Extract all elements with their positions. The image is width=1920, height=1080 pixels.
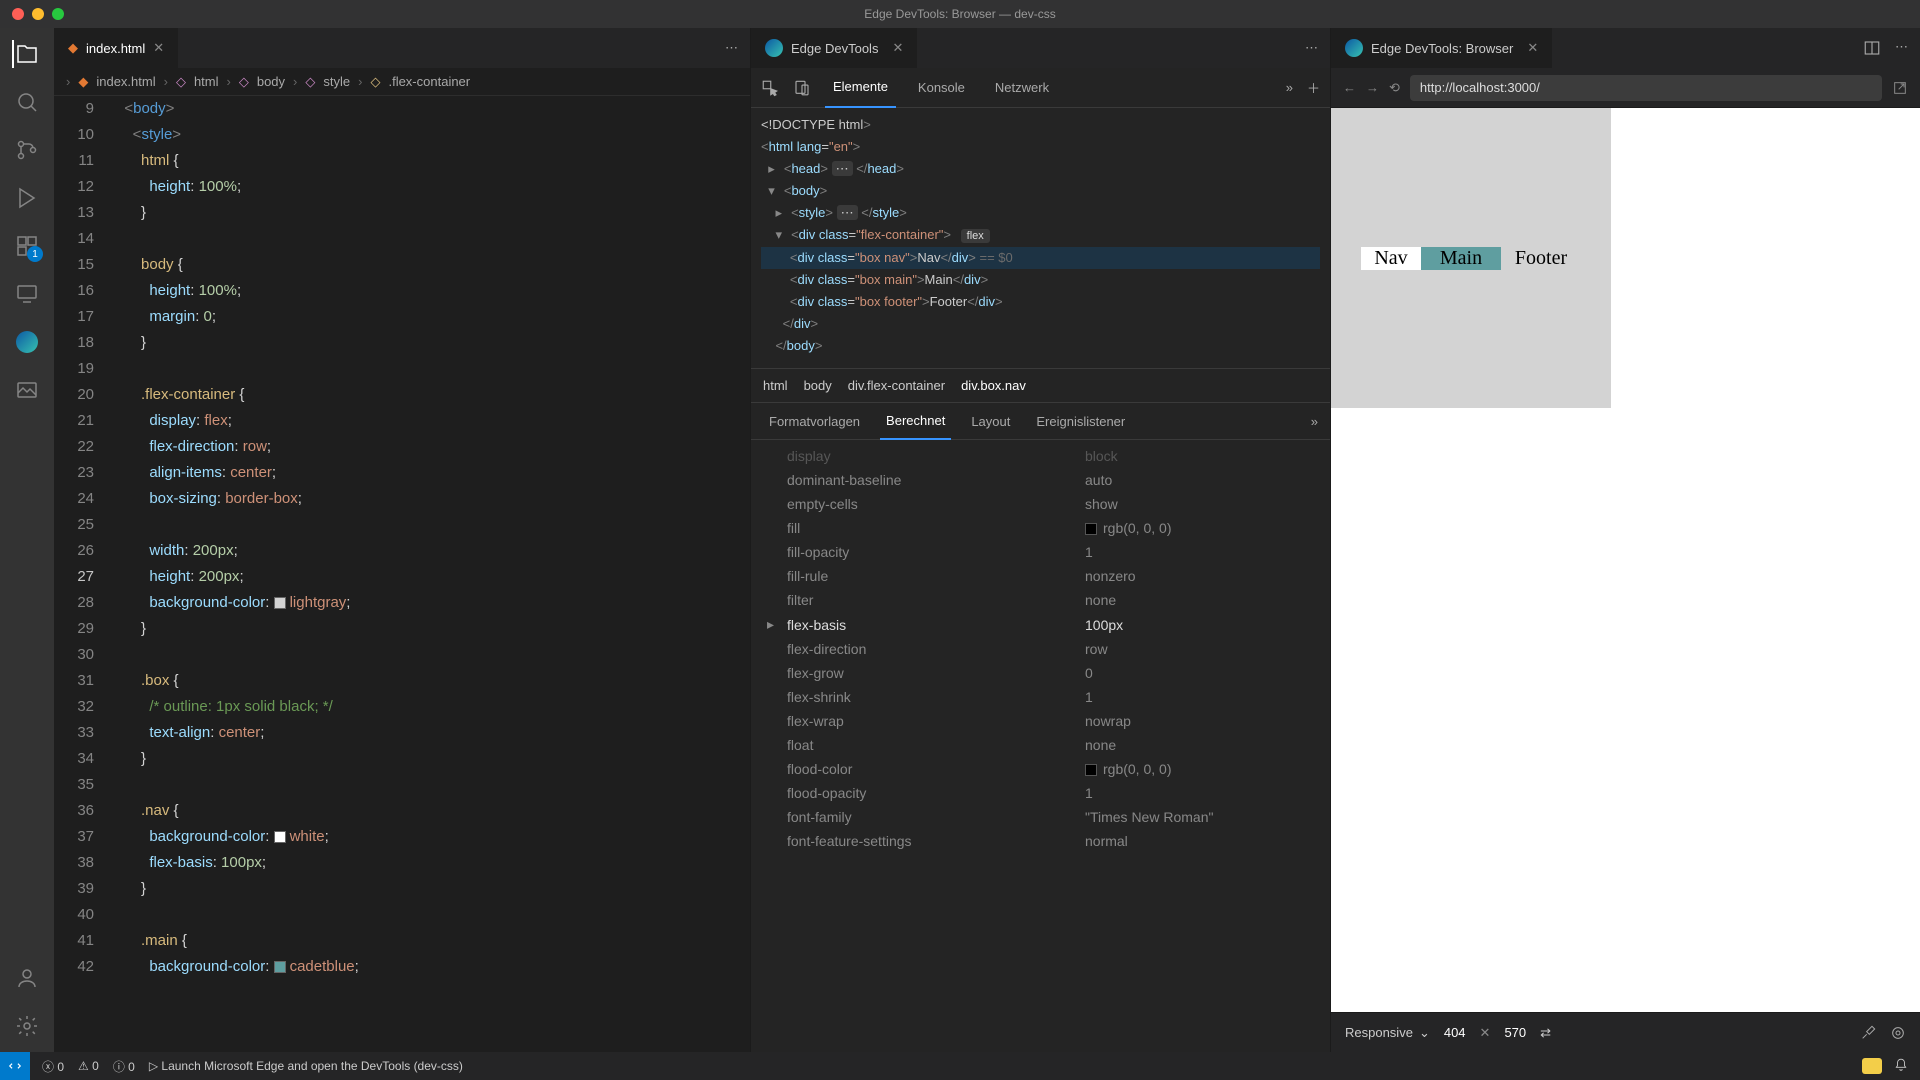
tab-berechnet[interactable]: Berechnet	[880, 402, 951, 440]
tab-konsole[interactable]: Konsole	[910, 68, 973, 108]
preview-nav-box: Nav	[1361, 247, 1421, 270]
breadcrumb[interactable]: › ◆ index.html › ◇ html › ◇ body › ◇ sty…	[54, 68, 750, 96]
dom-crumb[interactable]: div.box.nav	[961, 378, 1026, 393]
status-bar: ⓧ 0 ⚠ 0 ⓘ 0 ▷ Launch Microsoft Edge and …	[0, 1052, 1920, 1080]
more-tabs-icon[interactable]: »	[1286, 80, 1293, 95]
remote-explorer-icon[interactable]	[13, 280, 41, 308]
window-title: Edge DevTools: Browser — dev-css	[864, 7, 1055, 21]
run-debug-icon[interactable]	[13, 184, 41, 212]
forward-icon[interactable]: →	[1366, 80, 1379, 95]
errors-count[interactable]: ⓧ 0	[42, 1058, 64, 1075]
computed-styles-list[interactable]: displayblockdominant-baselineautoempty-c…	[751, 440, 1330, 1052]
preview-footer-box: Footer	[1501, 247, 1581, 270]
dom-crumb[interactable]: div.flex-container	[848, 378, 945, 393]
activity-bar: 1	[0, 28, 54, 1052]
window-controls	[0, 8, 64, 20]
edge-icon	[1345, 39, 1363, 57]
settings-gear-icon[interactable]	[13, 1012, 41, 1040]
devtools-tab-title: Edge DevTools	[791, 41, 878, 56]
chevron-down-icon: ⌄	[1419, 1025, 1430, 1041]
preview-main-box: Main	[1421, 247, 1501, 270]
close-tab-icon[interactable]: ✕	[153, 40, 164, 56]
device-selector[interactable]: Responsive ⌄	[1345, 1025, 1430, 1041]
status-badge[interactable]	[1862, 1058, 1882, 1074]
target-icon[interactable]	[1890, 1025, 1906, 1041]
account-icon[interactable]	[13, 964, 41, 992]
more-tabs-icon[interactable]: »	[1311, 414, 1318, 429]
editor-tab-actions: ⋯	[725, 40, 750, 56]
tab-ereignislistener[interactable]: Ereignislistener	[1030, 402, 1131, 440]
viewport-width[interactable]: 404	[1444, 1025, 1466, 1040]
tab-netzwerk[interactable]: Netzwerk	[987, 68, 1057, 108]
notifications-icon[interactable]	[1894, 1058, 1908, 1074]
extensions-badge: 1	[27, 246, 43, 262]
minimize-window-button[interactable]	[32, 8, 44, 20]
open-external-icon[interactable]	[1892, 80, 1908, 96]
images-icon[interactable]	[13, 376, 41, 404]
url-text: http://localhost:3000/	[1420, 80, 1540, 95]
browser-toolbar: ← → ⟲ http://localhost:3000/	[1331, 68, 1920, 108]
more-actions-icon[interactable]: ⋯	[725, 40, 738, 56]
styles-tab-row: Formatvorlagen Berechnet Layout Ereignis…	[751, 402, 1330, 440]
split-editor-icon[interactable]	[1863, 39, 1881, 57]
device-bar: Responsive ⌄ 404 ✕ 570 ⇄	[1331, 1012, 1920, 1052]
back-icon[interactable]: ←	[1343, 80, 1356, 95]
editor-group: ◆ index.html ✕ ⋯ › ◆ index.html › ◇ html…	[54, 28, 750, 1052]
tab-elemente[interactable]: Elemente	[825, 68, 896, 108]
more-actions-icon[interactable]: ⋯	[1305, 40, 1330, 56]
browser-tab[interactable]: Edge DevTools: Browser ✕	[1331, 28, 1552, 68]
edge-tools-icon[interactable]	[13, 328, 41, 356]
rotate-icon[interactable]: ⇄	[1540, 1025, 1551, 1041]
dom-crumb[interactable]: html	[763, 378, 788, 393]
extensions-icon[interactable]: 1	[13, 232, 41, 260]
explorer-icon[interactable]	[12, 40, 40, 68]
editor-tab-row: ◆ index.html ✕ ⋯	[54, 28, 750, 68]
source-control-icon[interactable]	[13, 136, 41, 164]
device-label: Responsive	[1345, 1025, 1413, 1040]
more-actions-icon[interactable]: ⋯	[1895, 39, 1908, 57]
browser-tab-row: Edge DevTools: Browser ✕ ⋯	[1331, 28, 1920, 68]
close-window-button[interactable]	[12, 8, 24, 20]
close-tab-icon[interactable]: ✕	[1527, 40, 1538, 56]
devtools-toolbar: Elemente Konsole Netzwerk » ＋	[751, 68, 1330, 108]
crumb-file[interactable]: index.html	[96, 74, 155, 89]
warnings-count[interactable]: ⚠ 0	[78, 1059, 99, 1073]
inspect-element-icon[interactable]	[761, 79, 779, 97]
tab-layout[interactable]: Layout	[965, 402, 1016, 440]
url-input[interactable]: http://localhost:3000/	[1410, 75, 1882, 101]
remote-indicator[interactable]	[0, 1052, 30, 1080]
port-forward[interactable]: ⓘ 0	[113, 1058, 135, 1075]
tab-filename: index.html	[86, 41, 145, 56]
maximize-window-button[interactable]	[52, 8, 64, 20]
editor-tab[interactable]: ◆ index.html ✕	[54, 28, 179, 68]
preview-page: Nav Main Footer	[1331, 108, 1611, 408]
launch-task[interactable]: ▷ Launch Microsoft Edge and open the Dev…	[149, 1059, 463, 1073]
devtools-tab-row: Edge DevTools ✕ ⋯	[751, 28, 1330, 68]
add-tab-icon[interactable]: ＋	[1307, 78, 1320, 97]
elements-breadcrumb[interactable]: html body div.flex-container div.box.nav	[751, 368, 1330, 402]
search-icon[interactable]	[13, 88, 41, 116]
devtools-tab[interactable]: Edge DevTools ✕	[751, 28, 917, 68]
html-file-icon: ◆	[68, 40, 78, 56]
eyedropper-icon[interactable]	[1860, 1025, 1876, 1041]
dom-crumb[interactable]: body	[804, 378, 832, 393]
device-toggle-icon[interactable]	[793, 79, 811, 97]
crumb-selector[interactable]: .flex-container	[388, 74, 470, 89]
preview-viewport[interactable]: Nav Main Footer	[1331, 108, 1920, 1012]
tab-formatvorlagen[interactable]: Formatvorlagen	[763, 402, 866, 440]
reload-icon[interactable]: ⟲	[1389, 80, 1400, 96]
crumb-body[interactable]: body	[257, 74, 285, 89]
titlebar: Edge DevTools: Browser — dev-css	[0, 0, 1920, 28]
browser-tab-title: Edge DevTools: Browser	[1371, 41, 1513, 56]
dimension-x: ✕	[1480, 1025, 1491, 1041]
devtools-panel: Edge DevTools ✕ ⋯ Elemente Konsole Netzw…	[750, 28, 1330, 1052]
crumb-html[interactable]: html	[194, 74, 219, 89]
elements-dom-tree[interactable]: <!DOCTYPE html><html lang="en"> ▸ <head>…	[751, 108, 1330, 368]
viewport-height[interactable]: 570	[1504, 1025, 1526, 1040]
edge-icon	[765, 39, 783, 57]
browser-preview-panel: Edge DevTools: Browser ✕ ⋯ ← → ⟲ http://…	[1330, 28, 1920, 1052]
code-editor[interactable]: 9101112131415161718192021222324252627282…	[54, 96, 750, 1052]
close-tab-icon[interactable]: ✕	[892, 40, 903, 56]
crumb-style[interactable]: style	[323, 74, 350, 89]
